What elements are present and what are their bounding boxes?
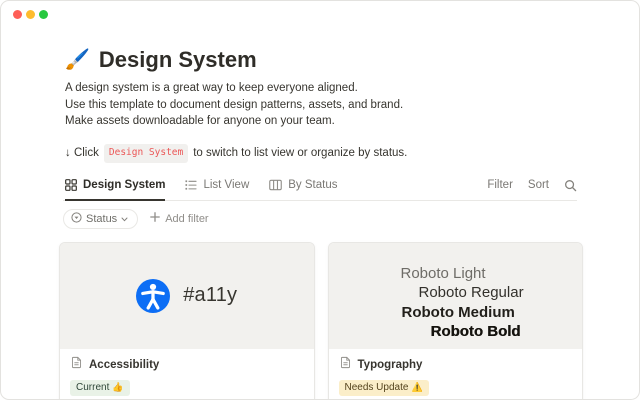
paintbrush-emoji-icon: 🖌️ [65, 47, 90, 73]
status-property-icon [71, 212, 82, 226]
intro-line: Use this template to document design pat… [65, 97, 577, 114]
status-badge-current: Current 👍 [70, 380, 130, 396]
intro-paragraph: A design system is a great way to keep e… [65, 80, 577, 130]
view-tab-bar: Design System List View [63, 179, 577, 201]
card-accessibility[interactable]: #a11y Accessibility [59, 242, 315, 400]
status-badge-label: Needs Update [345, 381, 409, 394]
inline-code-design-system: Design System [104, 144, 188, 163]
intro-line: Make assets downloadable for anyone on y… [65, 113, 577, 130]
close-window-button[interactable] [13, 10, 22, 19]
tab-by-status[interactable]: By Status [269, 179, 337, 201]
tab-label: List View [203, 179, 249, 191]
chevron-down-icon [121, 213, 128, 225]
zoom-window-button[interactable] [39, 10, 48, 19]
gallery-view-icon [65, 179, 77, 191]
app-window: 🖌️ Design System A design system is a gr… [0, 0, 640, 400]
sort-button[interactable]: Sort [528, 179, 549, 191]
card-cover-typography: Roboto Light Roboto Regular Roboto Mediu… [329, 243, 583, 349]
thumbs-up-emoji-icon: 👍 [112, 381, 123, 394]
card-title: Accessibility [89, 359, 159, 371]
tab-list-view[interactable]: List View [185, 179, 249, 201]
card-title: Typography [358, 359, 423, 371]
board-view-icon [269, 179, 282, 191]
page-document-icon [339, 356, 352, 374]
specimen-line-medium: Roboto Medium [402, 303, 583, 323]
intro-line: A design system is a great way to keep e… [65, 80, 577, 97]
page-title: Design System [99, 47, 257, 73]
plus-icon [150, 212, 160, 225]
view-actions: Filter Sort [487, 179, 577, 200]
view-tabs: Design System List View [65, 179, 337, 200]
add-filter-button[interactable]: Add filter [150, 212, 208, 225]
specimen-line-bold: Roboto Bold [431, 322, 583, 342]
minimize-window-button[interactable] [26, 10, 35, 19]
filter-bar: Status Add filter [63, 209, 577, 229]
card-title-row: Typography [339, 356, 573, 374]
hint-suffix: to switch to list view or organize by st… [193, 145, 407, 161]
status-badge-label: Current [76, 381, 109, 394]
page-document-icon [70, 356, 83, 374]
hint-prefix: ↓ Click [65, 145, 99, 161]
search-icon[interactable] [564, 179, 577, 192]
card-typography[interactable]: Roboto Light Roboto Regular Roboto Mediu… [328, 242, 584, 400]
tab-design-system[interactable]: Design System [65, 179, 165, 201]
tab-label: By Status [288, 179, 337, 191]
status-filter-label: Status [86, 213, 117, 225]
a11y-cover-content: #a11y [60, 243, 314, 349]
hint-line: ↓ Click Design System to switch to list … [65, 144, 577, 163]
a11y-hashtag: #a11y [183, 284, 237, 307]
warning-emoji-icon: ⚠️ [411, 381, 422, 394]
specimen-line-light: Roboto Light [401, 264, 583, 284]
card-cover-accessibility: #a11y [60, 243, 314, 349]
list-view-icon [185, 179, 197, 191]
card-footer: Typography Needs Update ⚠️ [329, 349, 583, 400]
specimen-line-regular: Roboto Regular [419, 283, 583, 303]
tab-label: Design System [83, 179, 165, 191]
filter-button[interactable]: Filter [487, 179, 513, 191]
card-title-row: Accessibility [70, 356, 304, 374]
status-filter-pill[interactable]: Status [63, 209, 138, 229]
accessibility-person-icon [136, 279, 170, 313]
add-filter-label: Add filter [165, 213, 208, 225]
window-titlebar [1, 1, 639, 29]
status-badge-needs-update: Needs Update ⚠️ [339, 380, 429, 396]
page-content: 🖌️ Design System A design system is a gr… [1, 47, 639, 400]
page-title-row: 🖌️ Design System [65, 47, 577, 73]
card-footer: Accessibility Current 👍 [60, 349, 314, 400]
gallery-cards: #a11y Accessibility [59, 242, 583, 400]
type-specimen: Roboto Light Roboto Regular Roboto Mediu… [329, 243, 583, 342]
